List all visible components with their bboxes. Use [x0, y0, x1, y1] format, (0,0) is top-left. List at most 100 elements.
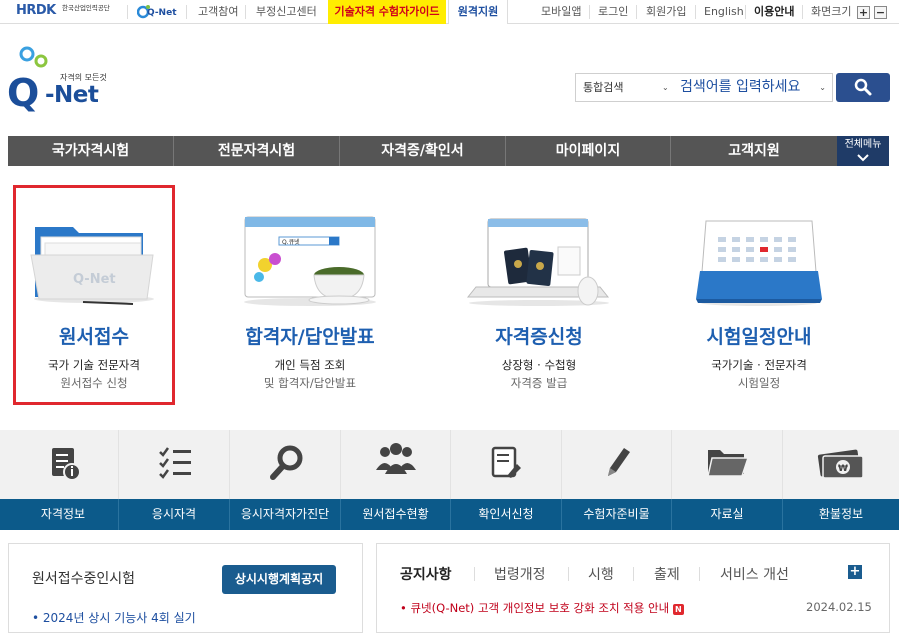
- divider: [699, 567, 700, 581]
- zoom-in-button[interactable]: +: [857, 6, 870, 19]
- gnb-certificate[interactable]: 자격증/확인서: [340, 136, 506, 166]
- new-badge: N: [673, 604, 684, 615]
- gnb-national-exam[interactable]: 국가자격시험: [8, 136, 174, 166]
- info-doc-icon: [8, 430, 119, 500]
- quick-confirmation-request[interactable]: 확인서신청: [451, 499, 562, 530]
- link-signup[interactable]: 회원가입: [646, 0, 686, 24]
- divider: [589, 5, 590, 19]
- divider: [245, 5, 246, 19]
- all-menu-button[interactable]: 전체메뉴: [837, 136, 889, 166]
- quick-icon-cell[interactable]: [8, 430, 119, 500]
- divider: [127, 5, 128, 19]
- zoom-out-button[interactable]: −: [874, 6, 887, 19]
- edit-doc-icon: [451, 430, 562, 500]
- hrdk-org-name: 한국산업인력공단: [62, 5, 110, 12]
- divider: [186, 5, 187, 19]
- highlight-box: [13, 185, 175, 405]
- feature-description: 시험일정: [678, 375, 840, 391]
- link-usage-guide[interactable]: 이용안내: [754, 0, 794, 24]
- quick-qualification-info[interactable]: 자격정보: [8, 499, 119, 530]
- feature-certificate[interactable]: 자격증신청 상장형 · 수첩형 자격증 발급: [458, 185, 620, 405]
- chevron-down-icon: [856, 153, 870, 163]
- search-category-select[interactable]: 통합검색: [576, 74, 674, 101]
- svg-text:₩: ₩: [838, 464, 848, 474]
- link-mobile-app[interactable]: 모바일앱: [541, 0, 581, 24]
- all-menu-label: 전체메뉴: [837, 136, 889, 153]
- top-utility-bar: HRDK 한국산업인력공단 Q-Net 고객참여 부정신고센터 기술자격 수험자…: [0, 0, 899, 24]
- quick-self-diagnosis[interactable]: 응시자격자가진단: [230, 499, 341, 530]
- qnet-main-logo[interactable]: 자격의 모든것 Q -Net: [7, 46, 117, 114]
- calendar-icon: [678, 207, 840, 307]
- link-english[interactable]: English: [704, 0, 744, 24]
- pencil-icon: [562, 430, 672, 500]
- quick-icon-cell[interactable]: [562, 430, 672, 500]
- quick-exam-supplies[interactable]: 수험자준비물: [562, 499, 672, 530]
- feature-description: 자격증 발급: [458, 375, 620, 391]
- quick-icon-cell[interactable]: [451, 430, 562, 500]
- tab-law-revision[interactable]: 법령개정: [494, 564, 546, 584]
- link-customer-participation[interactable]: 고객참여: [198, 0, 238, 24]
- money-icon: ₩: [783, 430, 899, 500]
- list-item-text: 2024년 상시 기능사 4회 실기: [43, 611, 196, 625]
- browser-teacup-icon: Q.큐넷: [229, 207, 391, 307]
- quick-icon-cell[interactable]: [119, 430, 230, 500]
- quick-icon-cell[interactable]: ₩: [783, 430, 899, 500]
- quick-application-status[interactable]: 원서접수현황: [341, 499, 451, 530]
- feature-results[interactable]: Q.큐넷 합격자/답안발표 개인 득점 조회 및 합격자/답안발표: [229, 185, 391, 405]
- people-icon: [341, 430, 451, 500]
- logo-net: -Net: [45, 82, 98, 108]
- gnb-mypage[interactable]: 마이페이지: [506, 136, 671, 166]
- list-item[interactable]: • 큐넷(Q-Net) 고객 개인정보 보호 강화 조치 적용 안내 N: [400, 600, 720, 616]
- magnifier-icon: [230, 430, 341, 500]
- quick-link-bar: 자격정보 응시자격 응시자격자가진단 원서접수현황 확인서신청 수험자준비물 자…: [0, 499, 899, 530]
- regular-plan-notice-button[interactable]: 상시시행계획공지: [222, 565, 336, 594]
- tab-enforcement[interactable]: 시행: [588, 564, 614, 584]
- feature-schedule[interactable]: 시험일정안내 국가기술 · 전문자격 시험일정: [678, 185, 840, 405]
- quick-icon-row: ₩: [0, 430, 899, 500]
- tab-notice[interactable]: 공지사항: [400, 564, 452, 584]
- main-navigation: 국가자격시험 전문자격시험 자격증/확인서 마이페이지 고객지원: [8, 136, 837, 166]
- quick-archive[interactable]: 자료실: [672, 499, 783, 530]
- quick-refund-info[interactable]: 환불정보: [783, 499, 899, 530]
- search-icon: [836, 73, 890, 102]
- quick-icon-cell[interactable]: [672, 430, 783, 500]
- feature-title: 자격증신청: [458, 322, 620, 349]
- screen-size-label: 화면크기: [811, 0, 851, 24]
- notice-date: 2024.02.15: [806, 600, 872, 614]
- divider: [474, 567, 475, 581]
- feature-subtitle: 개인 득점 조회: [229, 357, 391, 373]
- gnb-customer-support[interactable]: 고객지원: [671, 136, 837, 166]
- panel-title: 원서접수중인시험: [32, 568, 135, 588]
- notice-title: 큐넷(Q-Net) 고객 개인정보 보호 강화 조치 적용 안내: [410, 601, 669, 615]
- feature-title: 시험일정안내: [678, 322, 840, 349]
- link-login[interactable]: 로그인: [598, 0, 628, 24]
- qnet-small-logo-text: Q-Net: [147, 8, 177, 18]
- hrdk-logo-text: HRDK: [16, 3, 56, 18]
- divider: [636, 5, 637, 19]
- tab-service-improvement[interactable]: 서비스 개선: [720, 564, 789, 584]
- quick-eligibility[interactable]: 응시자격: [119, 499, 230, 530]
- link-report-center[interactable]: 부정신고센터: [256, 0, 317, 24]
- more-button[interactable]: +: [848, 565, 862, 579]
- divider: [745, 5, 746, 19]
- divider: [568, 567, 569, 581]
- divider: [802, 5, 803, 19]
- list-item[interactable]: • 2024년 상시 기능사 4회 실기: [32, 609, 196, 626]
- search-button[interactable]: [836, 73, 890, 102]
- search-input[interactable]: 검색어를 입력하세요: [680, 74, 825, 101]
- feature-title: 합격자/답안발표: [229, 322, 391, 349]
- remote-support-link[interactable]: 원격지원: [448, 0, 508, 24]
- hrdk-logo[interactable]: HRDK 한국산업인력공단: [16, 3, 128, 21]
- tab-question[interactable]: 출제: [654, 564, 680, 584]
- folder-icon: [672, 430, 783, 500]
- logo-q: Q: [7, 74, 39, 112]
- quick-icon-cell[interactable]: [230, 430, 341, 500]
- feature-description: 및 합격자/답안발표: [229, 375, 391, 391]
- gnb-professional-exam[interactable]: 전문자격시험: [174, 136, 340, 166]
- quick-icon-cell[interactable]: [341, 430, 451, 500]
- qnet-small-logo[interactable]: Q-Net: [137, 2, 177, 22]
- svg-text:Q.큐넷: Q.큐넷: [282, 238, 300, 246]
- checklist-icon: [119, 430, 230, 500]
- exam-guide-link[interactable]: 기술자격 수험자가이드: [328, 0, 446, 24]
- feature-subtitle: 상장형 · 수첩형: [458, 357, 620, 373]
